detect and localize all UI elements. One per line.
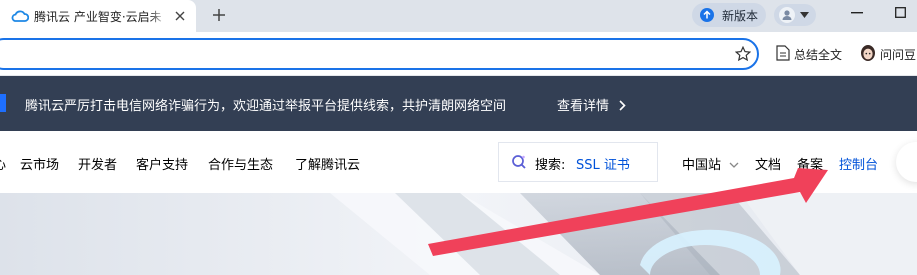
annotation-arrow-icon xyxy=(428,168,828,256)
